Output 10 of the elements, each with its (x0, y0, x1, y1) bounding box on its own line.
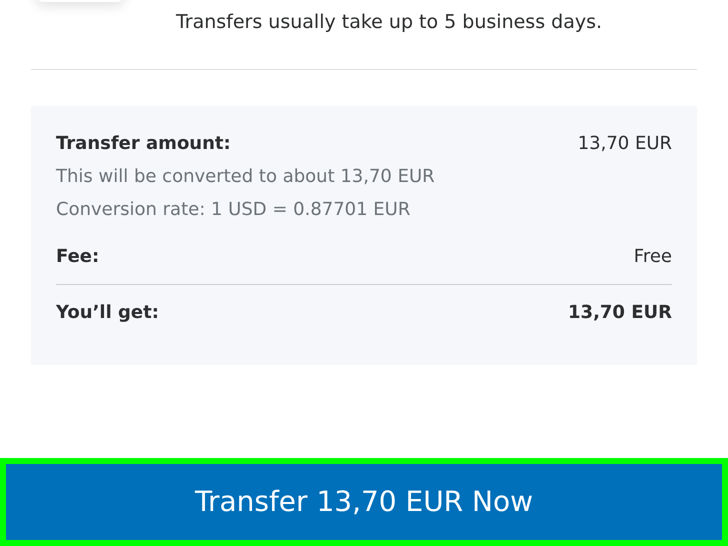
row-label: Transfer amount: (56, 132, 231, 156)
conversion-note: This will be converted to about 13,70 EUR (56, 165, 436, 189)
row-value: 13,70 EUR (568, 301, 672, 325)
row-value: Free (634, 245, 672, 269)
row-value: 13,70 EUR (578, 132, 672, 156)
transfer-button[interactable]: Transfer 13,70 EUR Now (0, 458, 728, 546)
notice-text: Transfers usually take up to 5 business days. (176, 10, 602, 35)
conversion-note: Conversion rate: 1 USD = 0.87701 EUR (56, 198, 412, 222)
row-label: You’ll get: (56, 301, 159, 325)
row-label: Fee: (56, 245, 100, 269)
